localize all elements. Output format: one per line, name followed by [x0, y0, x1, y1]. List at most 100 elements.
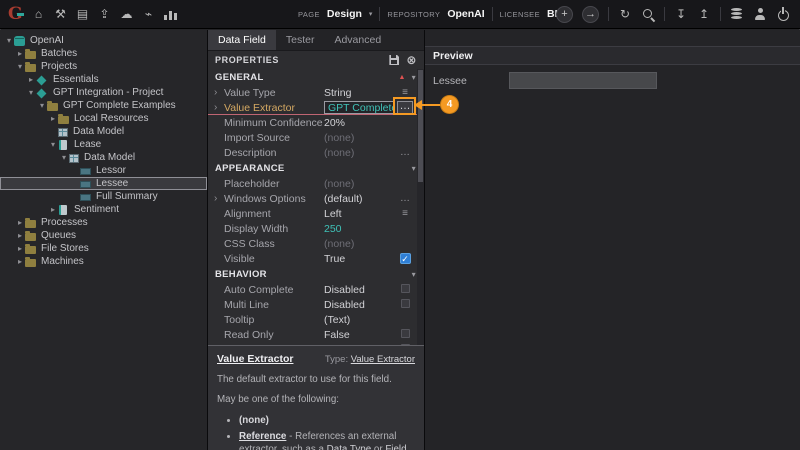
property-value[interactable]: False [324, 329, 394, 341]
property-value[interactable]: (none) [324, 238, 394, 250]
property-value[interactable]: Disabled [324, 299, 394, 311]
property-value[interactable]: False [324, 344, 394, 346]
checkbox-icon[interactable] [401, 299, 410, 308]
tab-data-field[interactable]: Data Field [208, 30, 276, 50]
section-header-behavior[interactable]: BEHAVIOR▾ [208, 266, 424, 282]
ellipsis-button[interactable]: … [394, 193, 416, 204]
checkbox-icon[interactable] [401, 329, 410, 338]
tree-expand-icon[interactable]: ▸ [48, 114, 58, 123]
expander-icon[interactable]: › [214, 87, 224, 98]
help-link[interactable]: Reference [239, 431, 286, 442]
expander-icon[interactable]: › [214, 102, 224, 113]
ellipsis-button[interactable]: … [394, 147, 416, 158]
database-icon[interactable] [730, 8, 744, 21]
property-value[interactable]: (default) [324, 193, 394, 205]
property-value[interactable]: String [324, 87, 394, 99]
search-icon[interactable] [641, 7, 655, 21]
tree-expand-icon[interactable]: ▸ [26, 75, 36, 84]
tools-icon[interactable]: ⚒ [54, 7, 68, 21]
section-collapse-icon[interactable]: ▾ [412, 73, 416, 82]
forward-circle-icon[interactable]: → [582, 6, 599, 23]
tree-expand-icon[interactable]: ▸ [48, 205, 58, 214]
tree-item-gpt-integration-project[interactable]: ▾GPT Integration - Project [0, 86, 207, 99]
expander-icon[interactable]: › [214, 193, 224, 204]
property-row-tooltip[interactable]: Tooltip(Text) [208, 312, 424, 327]
connect-icon[interactable]: ⌁ [142, 7, 156, 21]
section-header-appearance[interactable]: APPEARANCE▾ [208, 160, 424, 176]
section-collapse-icon[interactable]: ▾ [412, 270, 416, 279]
tree-item-data-model[interactable]: ▾Data Model [0, 151, 207, 164]
tree-expand-icon[interactable]: ▸ [15, 49, 25, 58]
tree-item-local-resources[interactable]: ▸Local Resources [0, 112, 207, 125]
property-row-value-type[interactable]: ›Value TypeString≡ [208, 85, 424, 100]
refresh-icon[interactable]: ↻ [618, 7, 632, 21]
property-value[interactable]: 250 [324, 223, 394, 235]
property-row-auto-complete[interactable]: Auto CompleteDisabled [208, 282, 424, 297]
property-value-editor[interactable]: GPT Complete [324, 101, 394, 114]
tree-expand-icon[interactable]: ▸ [15, 244, 25, 253]
tree-collapse-icon[interactable]: ▾ [59, 153, 69, 162]
tree-item-lessor[interactable]: Lessor [0, 164, 207, 177]
tree-item-machines[interactable]: ▸Machines [0, 255, 207, 268]
tree-expand-icon[interactable]: ▸ [15, 257, 25, 266]
property-row-css-class[interactable]: CSS Class(none) [208, 236, 424, 251]
checkbox-checked-icon[interactable]: ✓ [400, 253, 411, 264]
property-row-read-only[interactable]: Read OnlyFalse [208, 327, 424, 342]
tree-item-full-summary[interactable]: Full Summary [0, 190, 207, 203]
property-value[interactable]: GPT Complete [324, 101, 394, 114]
home-icon[interactable]: ⌂ [32, 7, 46, 21]
property-row-placeholder[interactable]: Placeholder(none) [208, 176, 424, 191]
checkbox-icon[interactable] [401, 284, 410, 293]
properties-scrollbar[interactable] [417, 69, 424, 345]
scrollbar-thumb[interactable] [418, 70, 423, 182]
add-circle-icon[interactable]: + [556, 6, 573, 23]
property-row-windows-options[interactable]: ›Windows Options(default)… [208, 191, 424, 206]
upload-icon[interactable]: ↥ [697, 7, 711, 21]
help-link[interactable]: Data Type [327, 444, 371, 450]
property-value[interactable]: 20% [324, 117, 394, 129]
tree-item-sentiment[interactable]: ▸Sentiment [0, 203, 207, 216]
property-value[interactable]: (none) [324, 132, 394, 144]
tree-item-gpt-complete-examples[interactable]: ▾GPT Complete Examples [0, 99, 207, 112]
download-icon[interactable]: ↧ [674, 7, 688, 21]
dropdown-menu-icon[interactable]: ≡ [394, 208, 416, 219]
tree-collapse-icon[interactable]: ▾ [15, 62, 25, 71]
property-value[interactable]: (none) [324, 147, 394, 159]
tree-item-openai[interactable]: ▾OpenAI [0, 34, 207, 47]
tree-item-lease[interactable]: ▾Lease [0, 138, 207, 151]
tree-expand-icon[interactable]: ▸ [15, 231, 25, 240]
property-row-display-width[interactable]: Display Width250 [208, 221, 424, 236]
tab-tester[interactable]: Tester [276, 30, 325, 50]
close-icon[interactable]: ⊗ [406, 55, 417, 65]
tree-item-lessee[interactable]: Lessee [0, 177, 207, 190]
checkbox-icon[interactable] [401, 344, 410, 346]
tree-collapse-icon[interactable]: ▾ [4, 36, 14, 45]
app-logo-icon[interactable]: G [8, 6, 23, 23]
tree-item-file-stores[interactable]: ▸File Stores [0, 242, 207, 255]
tree-item-data-model[interactable]: Data Model [0, 125, 207, 138]
export-icon[interactable]: ⇪ [98, 7, 112, 21]
lessee-input[interactable] [509, 72, 657, 89]
property-row-multi-line[interactable]: Multi LineDisabled [208, 297, 424, 312]
property-value[interactable]: True [324, 253, 394, 265]
property-row-required[interactable]: RequiredFalse [208, 342, 424, 345]
tree-item-queues[interactable]: ▸Queues [0, 229, 207, 242]
tree-item-batches[interactable]: ▸Batches [0, 47, 207, 60]
section-collapse-icon[interactable]: ▾ [412, 164, 416, 173]
save-icon[interactable] [389, 55, 399, 65]
tree-expand-icon[interactable]: ▸ [15, 218, 25, 227]
property-value[interactable]: Disabled [324, 284, 394, 296]
property-row-value-extractor[interactable]: ›Value ExtractorGPT Complete… [208, 100, 424, 115]
power-icon[interactable] [776, 7, 790, 21]
page-caret-icon[interactable]: ▾ [369, 10, 373, 18]
user-icon[interactable] [753, 7, 767, 21]
property-value[interactable]: (Text) [324, 314, 394, 326]
tree-collapse-icon[interactable]: ▾ [48, 140, 58, 149]
property-row-alignment[interactable]: AlignmentLeft≡ [208, 206, 424, 221]
cloud-upload-icon[interactable]: ☁ [120, 7, 134, 21]
tree-item-essentials[interactable]: ▸Essentials [0, 73, 207, 86]
tree-collapse-icon[interactable]: ▾ [26, 88, 36, 97]
stats-icon[interactable] [164, 9, 178, 20]
tree-collapse-icon[interactable]: ▾ [37, 101, 47, 110]
property-row-description[interactable]: Description(none)… [208, 145, 424, 160]
